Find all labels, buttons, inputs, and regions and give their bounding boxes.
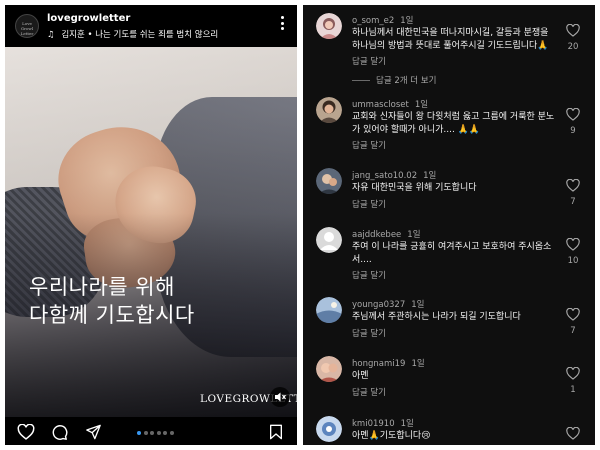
comment-like-count: 9 — [570, 126, 576, 136]
comment-text: 교회와 신자들이 왕 다윗처럼 옳고 그름에 거룩한 분노가 있어야 할때가 아… — [352, 112, 555, 135]
music-note-icon: ♫ — [47, 30, 55, 40]
carousel-dot — [137, 431, 141, 435]
mute-button[interactable] — [270, 387, 290, 407]
comment-text: 주여 이 나라를 긍휼히 여겨주시고 보호하여 주시옵소서.... — [352, 242, 552, 265]
comment-like-count: 1 — [570, 385, 576, 395]
comment-username[interactable]: hongnami19 1일 — [352, 357, 425, 369]
post-panel: Love Growl Letter lovegrowletter ♫ 김지훈 • 나… — [5, 5, 297, 445]
music-separator: • — [87, 30, 93, 40]
comment-text: 아멘🙏기도합니다😢 — [352, 431, 431, 441]
comment-text: 하나님께서 대한민국을 떠나지마시길, 갈등과 분쟁을 하나님의 방법과 뜻대로… — [352, 28, 549, 51]
carousel-indicator[interactable] — [137, 431, 176, 435]
comment-heart-icon[interactable] — [566, 367, 580, 380]
comment-username[interactable]: ummascloset 1일 — [352, 98, 428, 110]
comment-text: 주님께서 주관하시는 나라가 되길 기도합니다 — [352, 312, 521, 322]
comment-like-count: 7 — [570, 326, 576, 336]
carousel-dot — [143, 431, 148, 435]
comments-panel: o_som_e2 1일 하나님께서 대한민국을 떠나지마시길, 갈등과 분쟁을 하… — [303, 5, 595, 445]
reply-button[interactable]: 답글 달기 — [352, 327, 386, 339]
share-icon[interactable] — [85, 424, 102, 440]
post-header: Love Growl Letter lovegrowletter ♫ 김지훈 • 나… — [5, 5, 297, 47]
reply-button[interactable]: 답글 달기 — [352, 198, 386, 210]
comment-heart-icon[interactable] — [566, 179, 580, 192]
music-song: 나는 기도를 쉬는 죄를 범치 않으리 — [95, 30, 219, 40]
comment-like-count: 10 — [567, 256, 579, 266]
comment-username[interactable]: aajddkebee 1일 — [352, 228, 421, 240]
view-more-replies[interactable]: 답글 2개 더 보기 — [352, 74, 436, 86]
commenter-avatar[interactable] — [316, 416, 342, 442]
mute-icon — [275, 392, 286, 402]
headline-line-1: 우리나라를 위해 — [29, 275, 175, 299]
music-artist: 김지훈 — [61, 30, 85, 40]
comment-icon[interactable] — [51, 424, 68, 441]
post-image[interactable] — [5, 47, 297, 417]
comment-text: 자유 대한민국을 위해 기도합니다 — [352, 183, 477, 193]
carousel-dot — [163, 431, 167, 435]
reply-button[interactable]: 답글 달기 — [352, 269, 386, 281]
commenter-avatar[interactable] — [316, 13, 342, 39]
commenter-avatar[interactable] — [316, 356, 342, 382]
comment-like-count: 20 — [567, 42, 579, 52]
comment-heart-icon[interactable] — [566, 308, 580, 321]
comment-heart-icon[interactable] — [566, 427, 580, 440]
heart-icon[interactable] — [17, 424, 35, 440]
commenter-avatar[interactable] — [316, 227, 342, 253]
reply-button[interactable]: 답글 달기 — [352, 55, 386, 67]
comment-heart-icon[interactable] — [566, 108, 580, 121]
music-info[interactable]: ♫ 김지훈 • 나는 기도를 쉬는 죄를 범치 않으리 — [47, 28, 218, 40]
comment-text: 아멘 — [352, 371, 369, 381]
post-action-bar — [5, 417, 297, 445]
comment-heart-icon[interactable] — [566, 24, 580, 37]
bookmark-icon[interactable] — [269, 424, 283, 440]
carousel-dot — [150, 431, 154, 435]
reply-button[interactable]: 답글 달기 — [352, 386, 386, 398]
post-headline: 우리나라를 위해 다함께 기도합시다 — [29, 273, 195, 329]
comment-username[interactable]: o_som_e2 1일 — [352, 14, 413, 26]
comment-username[interactable]: younga0327 1일 — [352, 298, 424, 310]
reply-button[interactable]: 답글 달기 — [352, 139, 386, 151]
profile-avatar[interactable]: Love Growl Letter — [15, 14, 39, 38]
headline-line-2: 다함께 기도합시다 — [29, 303, 195, 327]
post-username[interactable]: lovegrowletter — [47, 13, 130, 24]
comment-username[interactable]: jang_sato10.02 1일 — [352, 169, 436, 181]
carousel-dot — [156, 431, 161, 435]
commenter-avatar[interactable] — [316, 168, 342, 194]
image-overlay — [5, 47, 297, 417]
commenter-avatar[interactable] — [316, 297, 342, 323]
carousel-dot — [169, 431, 174, 435]
comment-heart-icon[interactable] — [566, 238, 580, 251]
comment-username[interactable]: kmi01910 1일 — [352, 417, 414, 429]
commenter-avatar[interactable] — [316, 97, 342, 123]
more-options-icon[interactable] — [279, 16, 285, 36]
comment-like-count: 7 — [570, 197, 576, 207]
